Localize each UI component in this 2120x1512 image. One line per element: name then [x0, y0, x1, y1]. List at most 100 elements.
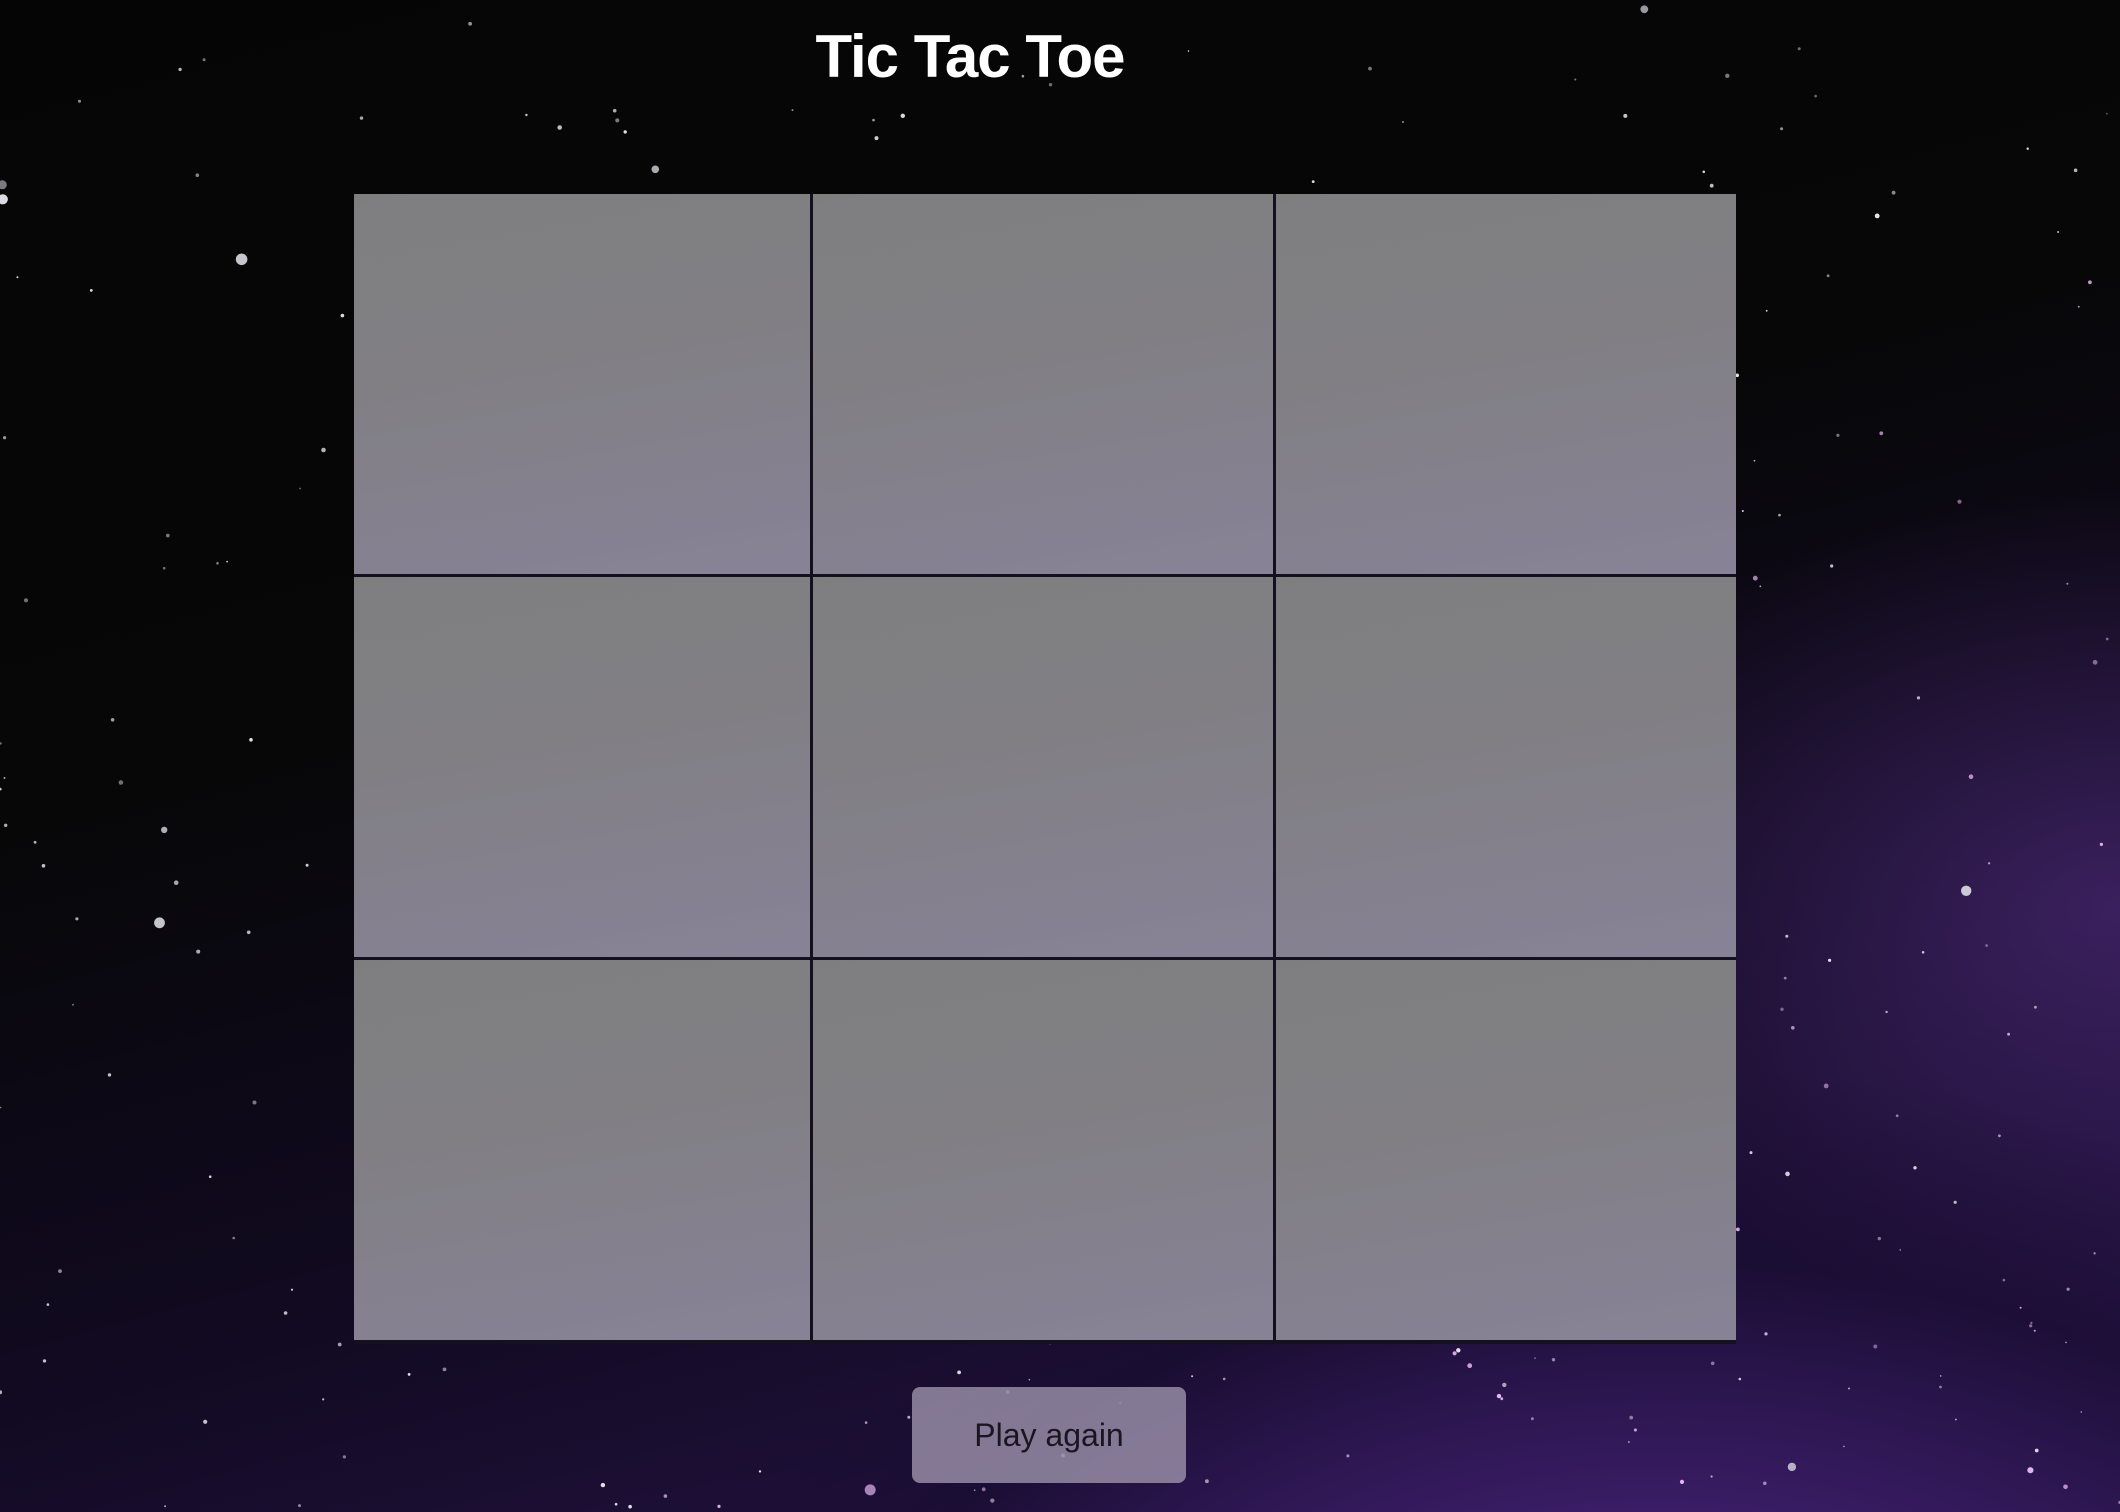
- star: [305, 863, 309, 867]
- star: [1895, 1114, 1899, 1118]
- star: [525, 113, 528, 117]
- board-cell-9[interactable]: [1276, 960, 1736, 1340]
- star: [232, 1236, 235, 1240]
- star: [907, 1415, 911, 1419]
- star: [2063, 1484, 2068, 1490]
- star: [623, 130, 627, 134]
- star: [2073, 168, 2078, 173]
- star: [2002, 1278, 2006, 1282]
- star: [46, 1303, 50, 1306]
- star: [1814, 94, 1817, 98]
- star: [600, 1482, 606, 1488]
- star: [342, 1455, 346, 1459]
- star: [1874, 213, 1880, 219]
- star: [900, 113, 905, 119]
- star: [1679, 1479, 1685, 1484]
- star: [2033, 1329, 2036, 1332]
- game-board: [354, 194, 1736, 1344]
- star: [1633, 1428, 1637, 1432]
- star: [58, 1269, 62, 1273]
- star: [216, 562, 219, 565]
- board-cell-5[interactable]: [813, 577, 1273, 957]
- star: [0, 1106, 2, 1109]
- star: [1879, 431, 1884, 436]
- star: [1783, 976, 1787, 980]
- star: [1921, 951, 1925, 954]
- star: [118, 780, 124, 785]
- star: [75, 917, 79, 921]
- star: [557, 125, 562, 130]
- star: [1709, 183, 1714, 188]
- star: [2029, 1324, 2033, 1328]
- star: [973, 1489, 976, 1492]
- star: [162, 566, 166, 570]
- star: [1534, 1357, 1536, 1359]
- star: [1502, 1382, 1507, 1388]
- cell-mark: [1276, 960, 1736, 1340]
- board-cell-1[interactable]: [354, 194, 810, 574]
- star: [0, 1390, 3, 1395]
- star: [1778, 513, 1781, 517]
- star: [299, 487, 301, 490]
- board-cell-6[interactable]: [1276, 577, 1736, 957]
- star: [195, 173, 200, 177]
- star: [1998, 1134, 2001, 1138]
- star: [208, 1175, 212, 1178]
- star: [1710, 1361, 1715, 1366]
- star: [1787, 1462, 1797, 1472]
- star: [1028, 1378, 1031, 1381]
- star: [1830, 564, 1834, 568]
- board-cell-8[interactable]: [813, 960, 1273, 1340]
- star: [0, 180, 7, 190]
- star: [2065, 1341, 2067, 1344]
- board-cell-2[interactable]: [813, 194, 1273, 574]
- star: [173, 880, 179, 885]
- star: [1968, 774, 1974, 779]
- star: [42, 1359, 47, 1363]
- star: [2088, 280, 2092, 285]
- play-again-button[interactable]: Play again: [912, 1387, 1186, 1483]
- star: [407, 1373, 411, 1376]
- star: [235, 253, 248, 266]
- board-cell-3[interactable]: [1276, 194, 1736, 574]
- star: [1738, 1377, 1742, 1381]
- star: [2066, 1287, 2070, 1291]
- board-cell-7[interactable]: [354, 960, 810, 1340]
- star: [161, 826, 168, 834]
- star: [321, 447, 326, 453]
- star: [1759, 585, 1762, 588]
- star: [2034, 1448, 2039, 1453]
- star: [226, 560, 229, 563]
- star: [1955, 1418, 1957, 1421]
- star: [1985, 944, 1988, 947]
- star: [1346, 1454, 1350, 1458]
- star: [2030, 1321, 2033, 1324]
- star: [1500, 1397, 1504, 1401]
- star: [359, 116, 364, 120]
- star: [2099, 842, 2103, 847]
- cell-mark: [354, 194, 810, 574]
- star: [1551, 1358, 1556, 1362]
- cell-mark: [354, 577, 810, 957]
- star: [442, 1367, 447, 1372]
- star: [758, 1470, 762, 1473]
- cell-mark: [813, 194, 1273, 574]
- star: [3, 777, 6, 779]
- star: [1736, 1227, 1740, 1232]
- star: [340, 313, 345, 318]
- star: [1873, 1344, 1878, 1349]
- star: [246, 930, 251, 935]
- star: [872, 118, 875, 122]
- star: [1957, 499, 1962, 504]
- star: [1191, 1375, 1194, 1378]
- star: [864, 1484, 876, 1496]
- star: [298, 1504, 301, 1508]
- star: [2057, 231, 2060, 233]
- star: [1311, 180, 1315, 184]
- star: [2034, 1005, 2037, 1009]
- star: [1752, 575, 1758, 581]
- star: [1467, 1363, 1473, 1369]
- star: [1913, 1166, 1917, 1170]
- star: [0, 787, 2, 791]
- board-cell-4[interactable]: [354, 577, 810, 957]
